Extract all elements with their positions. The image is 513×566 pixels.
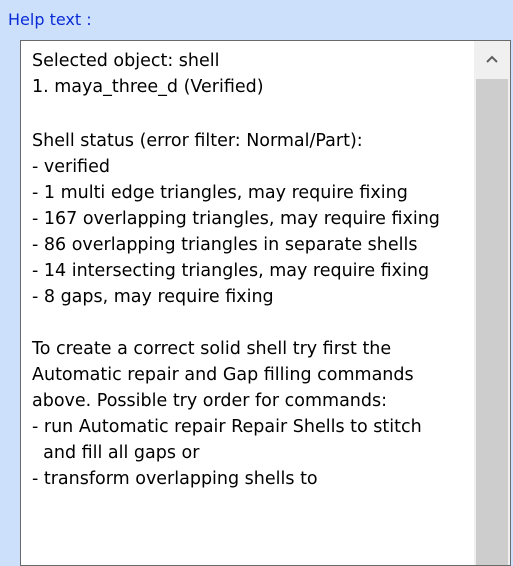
- help-line: above. Possible try order for commands:: [32, 391, 388, 411]
- help-line: 1. maya_three_d (Verified): [32, 77, 264, 97]
- help-text-box[interactable]: Selected object: shell 1. maya_three_d (…: [20, 40, 511, 566]
- scroll-thumb[interactable]: [476, 79, 508, 565]
- help-line: Automatic repair and Gap filling command…: [32, 365, 414, 385]
- help-text-label: Help text :: [8, 10, 92, 29]
- scroll-up-button[interactable]: [474, 41, 510, 79]
- help-line: - 1 multi edge triangles, may require fi…: [32, 183, 408, 203]
- chevron-up-icon: [486, 55, 498, 63]
- help-line: - 14 intersecting triangles, may require…: [32, 261, 430, 281]
- help-line: - run Automatic repair Repair Shells to …: [32, 417, 422, 437]
- help-text-content: Selected object: shell 1. maya_three_d (…: [21, 41, 467, 565]
- help-line: - transform overlapping shells to: [32, 469, 318, 489]
- help-line: Selected object: shell: [32, 51, 220, 71]
- vertical-scrollbar[interactable]: [474, 41, 510, 565]
- help-line: - 86 overlapping triangles in separate s…: [32, 235, 418, 255]
- help-line: - verified: [32, 157, 110, 177]
- help-line: and fill all gaps or: [32, 443, 200, 463]
- help-line: Shell status (error filter: Normal/Part)…: [32, 131, 363, 151]
- help-line: - 8 gaps, may require fixing: [32, 287, 274, 307]
- help-line: To create a correct solid shell try firs…: [32, 339, 392, 359]
- help-line: - 167 overlapping triangles, may require…: [32, 209, 440, 229]
